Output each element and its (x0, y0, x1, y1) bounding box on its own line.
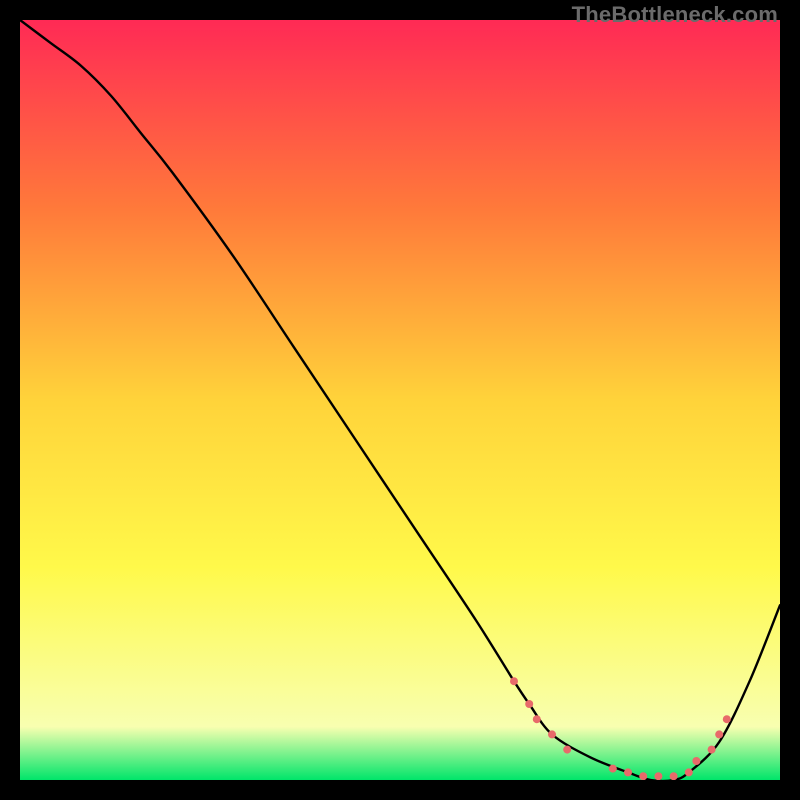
data-point (692, 757, 700, 765)
chart-frame (20, 20, 780, 780)
data-point (670, 772, 678, 780)
data-point (715, 730, 723, 738)
data-point (723, 715, 731, 723)
data-point (548, 730, 556, 738)
data-point (609, 765, 617, 773)
data-point (654, 772, 662, 780)
data-point (533, 715, 541, 723)
data-point (624, 768, 632, 776)
data-point (510, 677, 518, 685)
gradient-background (20, 20, 780, 780)
data-point (563, 746, 571, 754)
watermark-text: TheBottleneck.com (572, 2, 778, 28)
chart-canvas (20, 20, 780, 780)
data-point (639, 772, 647, 780)
data-point (708, 746, 716, 754)
data-point (685, 768, 693, 776)
data-point (525, 700, 533, 708)
